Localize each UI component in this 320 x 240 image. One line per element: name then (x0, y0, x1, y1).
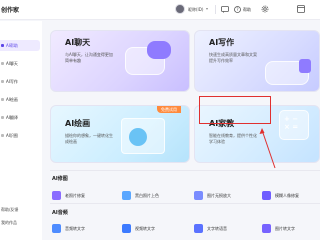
sidebar-item-ai-translate[interactable]: AI翻译 (0, 112, 40, 123)
sidebar: AI帮助 AI聊天 AI写作 AI绘画 AI翻译 AI识图 帮助/反馈 我的作品 (0, 21, 42, 240)
sidebar-item-label: AI帮助 (6, 42, 18, 48)
tool-old-photo-restore[interactable]: 老照片修复 (52, 191, 85, 200)
header-divider (215, 5, 216, 14)
photo-icon (52, 191, 61, 200)
sidebar-item-ai-drawing[interactable]: AI绘画 (0, 94, 40, 105)
card-title: AI绘画 (65, 119, 91, 128)
free-trial-badge: 免费试用 (157, 106, 181, 113)
chat-icon (1, 62, 4, 65)
math-symbols-icon: + − × = (284, 115, 299, 131)
translate-icon (1, 116, 4, 119)
window-icon[interactable] (296, 4, 306, 14)
portrait-icon (129, 128, 147, 146)
message-icon[interactable] (220, 4, 230, 14)
upscale-icon (194, 191, 203, 200)
sidebar-item-ai-writing[interactable]: AI写作 (0, 76, 40, 87)
image-icon (1, 134, 4, 137)
chevron-down-icon[interactable]: ▾ (206, 6, 208, 11)
tool-label: 模糊人像修复 (275, 192, 299, 198)
card-desc-line: 描绘你的想象，一键转化生 (65, 133, 113, 138)
tool-lossless-upscale[interactable]: 图片无损放大 (194, 191, 231, 200)
audio-icon (52, 224, 61, 233)
sidebar-item-label: AI聊天 (6, 60, 18, 66)
tool-label: 文字转语音 (207, 225, 227, 231)
tool-portrait-restore[interactable]: 模糊人像修复 (262, 191, 299, 200)
sidebar-item-ai-help[interactable]: AI帮助 (0, 40, 40, 51)
card-desc-line: 学习体验 (209, 139, 225, 144)
card-title: AI聊天 (65, 38, 91, 47)
help-icon (1, 44, 4, 47)
section-title: AI音频 (52, 210, 68, 216)
card-desc-line: 快速生成高质量文章和文案 (209, 52, 257, 57)
sidebar-help-feedback[interactable]: 帮助/反馈 (1, 207, 18, 213)
card-ai-chat[interactable]: AI聊天 与AI聊天，让沟通变得更加 简单有趣 (50, 30, 190, 92)
sidebar-item-ai-chat[interactable]: AI聊天 (0, 58, 40, 69)
tool-label: 图片无损放大 (207, 192, 231, 198)
pen-icon (299, 59, 311, 73)
ocr-icon (262, 224, 271, 233)
user-avatar[interactable] (175, 4, 185, 14)
card-title: AI写作 (209, 38, 235, 47)
tool-label: 视频转文字 (135, 225, 155, 231)
palette-icon (122, 191, 131, 200)
card-desc-line: 简单有趣 (65, 58, 81, 63)
header-bar: 创作家 昵称(ID) ▾ ? 帮助 (0, 0, 320, 20)
pen-icon (1, 80, 4, 83)
chat-bubble-illustration (147, 41, 171, 59)
sidebar-item-label: AI识图 (6, 132, 18, 138)
section-title: AI修图 (52, 176, 68, 182)
brush-icon (1, 98, 4, 101)
sidebar-item-ai-image-recognition[interactable]: AI识图 (0, 130, 40, 141)
speech-icon (194, 224, 203, 233)
section-divider (50, 203, 320, 204)
sidebar-item-label: AI绘画 (6, 96, 18, 102)
tool-label: 图片转文字 (275, 225, 295, 231)
sidebar-item-label: AI翻译 (6, 114, 18, 120)
card-desc-line: 与AI聊天，让沟通变得更加 (65, 52, 113, 57)
app-title: 创作家 (1, 7, 20, 14)
help-label[interactable]: 帮助 (243, 7, 251, 13)
tool-label: 黑白照片上色 (135, 192, 159, 198)
tool-text-to-speech[interactable]: 文字转语音 (194, 224, 227, 233)
card-ai-writing[interactable]: AI写作 快速生成高质量文章和文案 提升写作效率 (194, 30, 320, 92)
card-desc-line: 智能在线教育，提供个性化 (209, 133, 257, 138)
card-ai-drawing[interactable]: 免费试用 AI绘画 描绘你的想象，一键转化生 成绘画 (50, 105, 190, 163)
portrait-icon (262, 191, 271, 200)
tool-video-to-text[interactable]: 视频转文字 (122, 224, 155, 233)
section-divider (50, 170, 320, 171)
sidebar-item-label: AI写作 (6, 78, 18, 84)
help-icon[interactable]: ? (232, 4, 242, 14)
tool-label: 音频转文字 (65, 225, 85, 231)
annotation-highlight-box (199, 96, 271, 124)
sidebar-my-works[interactable]: 我的作品 (1, 220, 17, 226)
card-desc-line: 成绘画 (65, 139, 77, 144)
tool-label: 老照片修复 (65, 192, 85, 198)
tool-audio-to-text[interactable]: 音频转文字 (52, 224, 85, 233)
main-content: AI聊天 与AI聊天，让沟通变得更加 简单有趣 AI写作 快速生成高质量文章和文… (44, 21, 320, 240)
tool-image-to-text[interactable]: 图片转文字 (262, 224, 295, 233)
settings-icon[interactable] (260, 4, 270, 14)
video-icon (122, 224, 131, 233)
tool-colorize-photo[interactable]: 黑白照片上色 (122, 191, 159, 200)
user-name-label[interactable]: 昵称(ID) (188, 7, 203, 13)
card-desc-line: 提升写作效率 (209, 58, 233, 63)
